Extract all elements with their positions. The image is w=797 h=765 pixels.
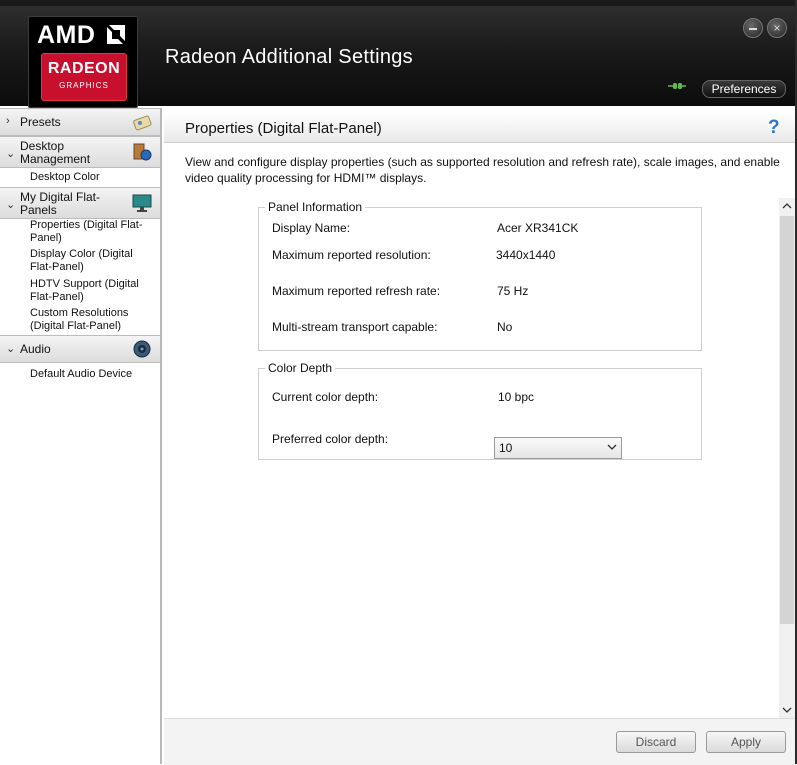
color-depth-group: Color Depth Current color depth: 10 bpc …	[258, 361, 702, 460]
sidebar-section-desktop-management[interactable]: ⌄ Desktop Management	[0, 136, 160, 168]
sidebar-section-presets[interactable]: › Presets	[0, 108, 160, 136]
preferences-button[interactable]: Preferences	[702, 80, 786, 98]
sidebar: › Presets ⌄ Desktop Management Desktop C…	[0, 108, 162, 764]
page-header: Properties (Digital Flat-Panel) ?	[164, 112, 797, 143]
logo-radeon-text: RADEON	[47, 60, 121, 77]
presets-icon	[133, 115, 152, 131]
scroll-down-icon[interactable]	[782, 706, 792, 714]
amd-arrow-icon	[107, 25, 125, 44]
preferred-color-depth-select[interactable]: 10	[494, 437, 622, 459]
action-bar: Discard Apply	[164, 718, 797, 765]
display-name-label: Display Name:	[272, 221, 351, 235]
chevron-right-icon: ›	[6, 115, 10, 127]
max-resolution-value: 3440x1440	[496, 248, 556, 262]
page-title: Properties (Digital Flat-Panel)	[185, 120, 382, 137]
monitor-icon	[132, 194, 152, 212]
vertical-scrollbar[interactable]	[779, 198, 795, 718]
sidebar-item-display-color[interactable]: Display Color (Digital Flat-Panel)	[30, 248, 155, 274]
close-button[interactable]: ×	[767, 18, 787, 38]
current-color-depth-label: Current color depth:	[272, 390, 379, 404]
minimize-icon	[749, 28, 757, 30]
max-refresh-label: Maximum reported refresh rate:	[272, 284, 441, 298]
select-value: 10	[499, 441, 513, 455]
desktop-management-icon	[133, 143, 152, 161]
max-refresh-value: 75 Hz	[497, 284, 529, 298]
speaker-icon	[133, 340, 151, 358]
app-window: AMD RADEON GRAPHICS Radeon Additional Se…	[0, 0, 797, 765]
preferred-color-depth-label: Preferred color depth:	[272, 432, 389, 446]
connection-icon	[668, 83, 686, 89]
chevron-down-icon: ⌄	[6, 343, 16, 355]
chevron-down-icon	[607, 444, 617, 450]
scroll-up-icon[interactable]	[782, 202, 792, 210]
sidebar-section-label: Desktop Management	[20, 139, 91, 166]
main-panel: Properties (Digital Flat-Panel) ? View a…	[164, 108, 797, 765]
group-title: Color Depth	[265, 361, 336, 375]
sidebar-item-default-audio-device[interactable]: Default Audio Device	[30, 368, 155, 381]
app-header: AMD RADEON GRAPHICS Radeon Additional Se…	[0, 6, 797, 108]
apply-button[interactable]: Apply	[706, 731, 786, 753]
group-title: Panel Information	[265, 200, 366, 214]
current-color-depth-value: 10 bpc	[498, 390, 535, 404]
help-icon[interactable]: ?	[768, 117, 780, 139]
panel-information-group: Panel Information Display Name: Acer XR3…	[258, 200, 702, 351]
discard-button[interactable]: Discard	[616, 731, 696, 753]
radeon-badge: RADEON GRAPHICS	[41, 53, 127, 101]
amd-radeon-logo: AMD RADEON GRAPHICS	[28, 16, 138, 108]
mst-label: Multi-stream transport capable:	[272, 320, 438, 334]
logo-graphics-text: GRAPHICS	[59, 81, 109, 90]
sidebar-section-label: Audio	[20, 342, 51, 356]
logo-amd-text: AMD	[37, 21, 96, 49]
sidebar-item-properties[interactable]: Properties (Digital Flat-Panel)	[30, 219, 155, 245]
chevron-down-icon: ⌄	[6, 148, 16, 160]
mst-value: No	[497, 320, 513, 334]
close-icon: ×	[773, 21, 781, 35]
sidebar-item-custom-resolutions[interactable]: Custom Resolutions (Digital Flat-Panel)	[30, 307, 155, 333]
minimize-button[interactable]	[743, 18, 763, 38]
sidebar-section-label: My Digital Flat-Panels	[20, 190, 101, 217]
sidebar-section-audio[interactable]: ⌄ Audio	[0, 335, 160, 363]
sidebar-item-hdtv-support[interactable]: HDTV Support (Digital Flat-Panel)	[30, 278, 155, 304]
sidebar-section-label: Presets	[20, 115, 61, 129]
page-description: View and configure display properties (s…	[185, 155, 780, 185]
scrollbar-thumb[interactable]	[780, 216, 794, 624]
sidebar-item-desktop-color[interactable]: Desktop Color	[30, 171, 155, 184]
chevron-down-icon: ⌄	[6, 199, 16, 211]
display-name-value: Acer XR341CK	[497, 221, 579, 235]
app-title: Radeon Additional Settings	[165, 46, 413, 68]
max-resolution-label: Maximum reported resolution:	[272, 248, 431, 262]
sidebar-section-digital-flat-panels[interactable]: ⌄ My Digital Flat-Panels	[0, 187, 160, 219]
